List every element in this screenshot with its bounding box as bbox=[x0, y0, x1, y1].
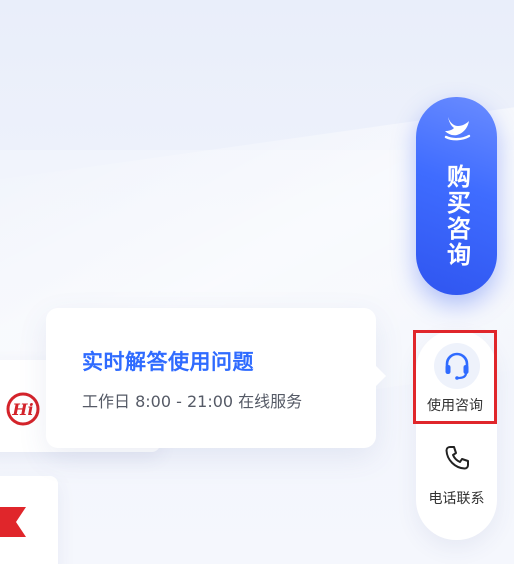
phone-contact-label: 电话联系 bbox=[428, 491, 485, 507]
phone-contact-button[interactable]: 电话联系 bbox=[416, 436, 497, 516]
buy-consult-label: 购买咨询 bbox=[442, 164, 471, 268]
svg-text:Hi: Hi bbox=[11, 400, 33, 419]
phone-icon bbox=[445, 446, 469, 470]
tooltip-title: 实时解答使用问题 bbox=[82, 350, 254, 374]
headset-icon bbox=[445, 352, 469, 380]
usage-consult-button[interactable]: 使用咨询 bbox=[413, 330, 497, 424]
partner-card-flag[interactable] bbox=[0, 476, 58, 564]
service-side-panel: 使用咨询 电话联系 bbox=[413, 330, 497, 540]
tooltip-hours: 工作日 8:00 - 21:00 在线服务 bbox=[82, 392, 303, 411]
brand-bird-logo-icon bbox=[444, 117, 471, 141]
hi-brand-logo-icon: Hi bbox=[6, 392, 40, 426]
red-flag-icon bbox=[0, 507, 26, 537]
headset-icon-background bbox=[434, 343, 480, 389]
buy-consult-button[interactable]: 购买咨询 bbox=[416, 97, 497, 295]
usage-consult-label: 使用咨询 bbox=[427, 398, 483, 414]
consult-tooltip: 实时解答使用问题 工作日 8:00 - 21:00 在线服务 bbox=[46, 308, 386, 448]
